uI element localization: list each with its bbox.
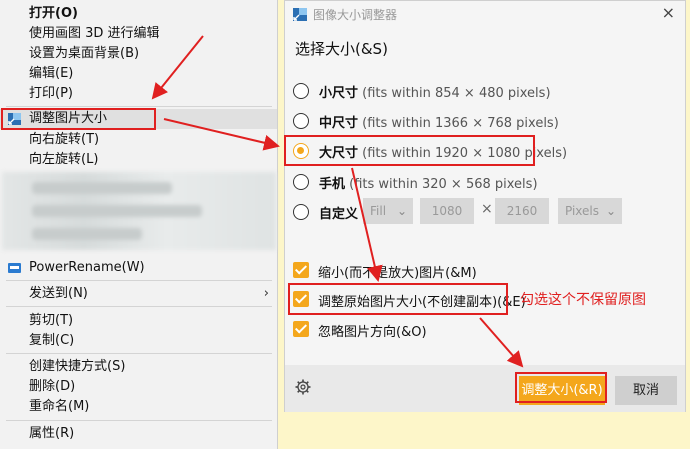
menu-item-set-wallpaper[interactable]: 设置为桌面背景(B) xyxy=(0,44,277,64)
blurred-menu-region xyxy=(2,172,276,250)
menu-item-rotate-left[interactable]: 向左旋转(L) xyxy=(0,150,277,170)
checkbox-checked[interactable] xyxy=(293,321,309,337)
menu-item-create-shortcut[interactable]: 创建快捷方式(S) xyxy=(0,357,277,377)
window-title: 图像大小调整器 xyxy=(313,8,398,22)
image-resizer-icon xyxy=(293,8,307,21)
menu-item-copy[interactable]: 复制(C) xyxy=(0,331,277,351)
menu-separator xyxy=(6,420,272,421)
menu-item-properties[interactable]: 属性(R) xyxy=(0,424,277,444)
menu-item-send-to[interactable]: 发送到(N) › xyxy=(0,284,277,304)
unit-select[interactable]: Pixels ⌄ xyxy=(558,198,622,224)
menu-item-open[interactable]: 打开(O) xyxy=(0,4,277,24)
menu-item-rotate-right[interactable]: 向右旋转(T) xyxy=(0,130,277,150)
width-input[interactable]: 1080 xyxy=(420,198,474,224)
menu-item-delete[interactable]: 删除(D) xyxy=(0,377,277,397)
chevron-down-icon: ⌄ xyxy=(396,204,407,218)
menu-separator xyxy=(6,280,272,281)
menu-separator xyxy=(6,353,272,354)
title-bar: 图像大小调整器 × xyxy=(285,1,685,28)
radio-button[interactable] xyxy=(293,83,309,99)
close-icon[interactable]: × xyxy=(662,3,675,22)
context-menu: 打开(O) 使用画图 3D 进行编辑 设置为桌面背景(B) 编辑(E) 打印(P… xyxy=(0,0,278,449)
menu-item-cut[interactable]: 剪切(T) xyxy=(0,311,277,331)
radio-button[interactable] xyxy=(293,204,309,220)
times-sign: × xyxy=(481,201,493,217)
radio-button[interactable] xyxy=(293,174,309,190)
chevron-down-icon: ⌄ xyxy=(605,204,616,218)
highlight-box-resize-button xyxy=(515,372,607,403)
checkbox-checked[interactable] xyxy=(293,262,309,278)
highlight-box-menu-item xyxy=(1,108,156,130)
menu-item-powerrename[interactable]: PowerRename(W) xyxy=(0,258,277,278)
menu-item-edit[interactable]: 编辑(E) xyxy=(0,64,277,84)
menu-item-edit-paint3d[interactable]: 使用画图 3D 进行编辑 xyxy=(0,24,277,44)
highlight-box-replace-original xyxy=(288,283,508,315)
image-resizer-dialog: 图像大小调整器 × 选择大小(&S) 小尺寸 (fits within 854 … xyxy=(284,0,686,412)
menu-item-print[interactable]: 打印(P) xyxy=(0,84,277,104)
size-heading: 选择大小(&S) xyxy=(295,40,388,58)
menu-item-rename[interactable]: 重命名(M) xyxy=(0,397,277,417)
cancel-button[interactable]: 取消 xyxy=(615,376,677,405)
fit-mode-select[interactable]: Fill ⌄ xyxy=(363,198,413,224)
radio-button[interactable] xyxy=(293,113,309,129)
powerrename-icon xyxy=(8,263,21,273)
annotation-note: 勾选这个不保留原图 xyxy=(520,292,646,308)
height-input[interactable]: 2160 xyxy=(495,198,549,224)
menu-separator xyxy=(6,306,272,307)
gear-icon[interactable] xyxy=(295,379,311,395)
menu-separator xyxy=(6,106,272,107)
dialog-footer: 调整大小(&R) 取消 xyxy=(285,365,685,412)
chevron-right-icon: › xyxy=(263,286,269,301)
highlight-box-large-option xyxy=(284,135,535,166)
